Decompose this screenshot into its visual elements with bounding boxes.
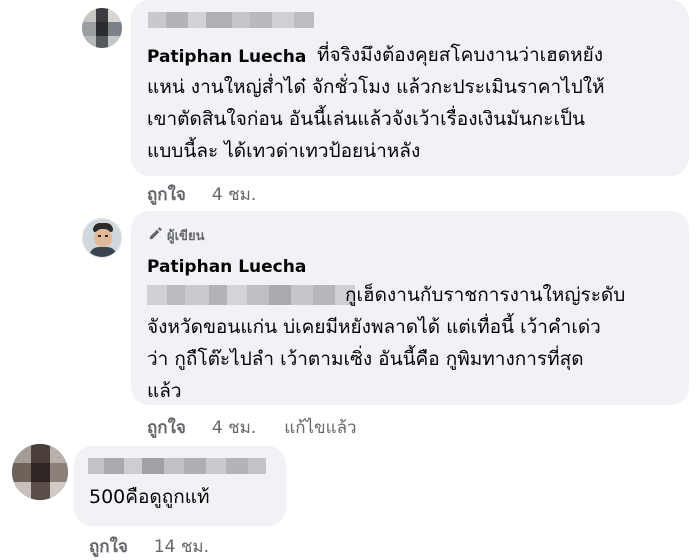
pencil-icon — [148, 226, 163, 245]
timestamp[interactable]: 4 ชม. — [212, 414, 256, 441]
commenter-avatar[interactable] — [12, 444, 68, 500]
comment-text-line: ที่จริงมึงต้องคุยสโคบงานว่าเฮดหยัง — [317, 44, 604, 66]
edited-label[interactable]: แก้ไขแล้ว — [284, 414, 356, 441]
author-avatar[interactable] — [82, 218, 122, 258]
timestamp[interactable]: 4 ชม. — [212, 181, 256, 208]
comment-text-line: ว่า กูถืโต๊ะไปลำ เว้าตามเซิ่ง อันนี้คือ … — [147, 348, 584, 370]
like-button[interactable]: ถูกใจ — [147, 414, 186, 441]
like-button[interactable]: ถูกใจ — [147, 181, 186, 208]
timestamp[interactable]: 14 ชม. — [154, 533, 209, 560]
comment-text-line: กูเฮ็ดงานกับราชการงานใหญ่ระดับ — [345, 284, 626, 306]
like-button[interactable]: ถูกใจ — [89, 533, 128, 560]
comment-text-line: แล้ว — [147, 380, 182, 402]
commenter-avatar[interactable] — [82, 8, 122, 48]
comment-actions: ถูกใจ 4 ชม. แก้ไขแล้ว — [147, 414, 357, 441]
comment-text-line: เขาตัดสินใจก่อน อันนี้เล่นแล้วจังเว้าเรื… — [147, 108, 585, 130]
mention-link[interactable]: Patiphan Luecha — [147, 47, 306, 67]
author-badge: ผู้เขียน — [148, 225, 204, 246]
author-badge-label: ผู้เขียน — [167, 229, 205, 244]
commenter-name[interactable]: Patiphan Luecha — [147, 257, 306, 277]
comment-actions: ถูกใจ 4 ชม. — [147, 181, 256, 208]
comment-text-line: แบบนี้ละ ได้เทวด่าเทวป้อยน่าหลัง — [147, 140, 421, 162]
comment-text-line: จังหวัดขอนแก่น บ่เคยมีหยังพลาดได้ แต่เทื… — [147, 316, 601, 338]
blurred-commenter-name — [148, 12, 314, 28]
blurred-mention — [147, 285, 355, 305]
comment-text-line: แหน่ งานใหญ่ส่ำได๋ จักชั่วโมง แล้วกะประเ… — [147, 76, 605, 98]
comment-actions: ถูกใจ 14 ชม. — [89, 533, 209, 560]
blurred-commenter-name — [88, 458, 266, 474]
comment-text-line: 500คือดูถูกแท้ — [89, 486, 210, 508]
